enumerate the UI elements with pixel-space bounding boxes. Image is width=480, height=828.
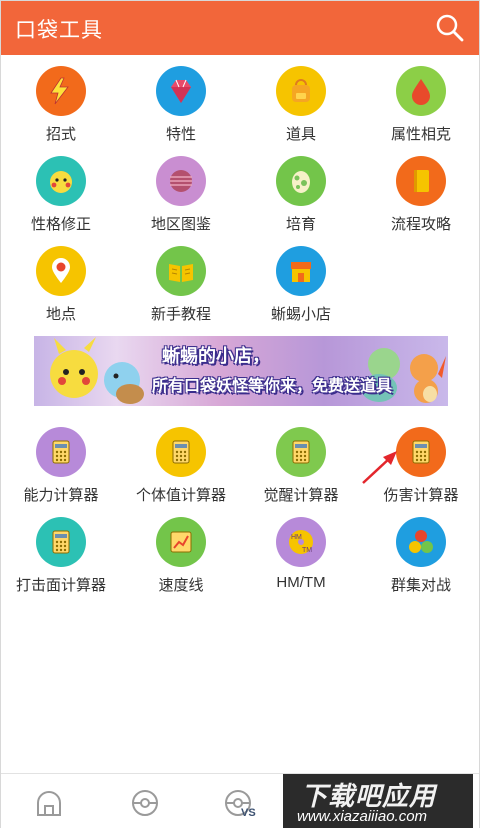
location-pin-icon (36, 246, 86, 296)
pointer-arrow-icon (362, 451, 397, 484)
tool-tile[interactable]: 属性相克 (361, 66, 480, 156)
search-icon[interactable] (435, 13, 465, 43)
tool-tile-label: 属性相克 (390, 126, 451, 143)
tool-tile[interactable]: 地点 (1, 246, 121, 336)
calculator-tile-label: HM/TM (276, 574, 326, 591)
calculator-icon (36, 517, 86, 567)
svg-text:HM: HM (291, 534, 302, 541)
lightning-icon (36, 66, 86, 116)
calculator-icon (396, 427, 446, 477)
open-book-icon (156, 246, 206, 296)
tool-tile-label: 道具 (285, 126, 316, 143)
shop-icon (276, 246, 326, 296)
tool-tile-label: 流程攻略 (390, 216, 451, 233)
drop-icon (396, 66, 446, 116)
tool-tile-label: 地点 (45, 306, 76, 323)
book-icon (396, 156, 446, 206)
watermark-url: www.xiazaiiiao.com (297, 808, 428, 825)
pokeball-icon[interactable] (130, 788, 160, 818)
calculator-tile[interactable]: HM TM HM/TM (241, 517, 361, 607)
calculator-tile-label: 个体值计算器 (135, 487, 226, 504)
calculator-icon (36, 427, 86, 477)
pikachu-icon (36, 156, 86, 206)
tool-tile[interactable]: 培育 (241, 156, 361, 246)
tool-tile-label: 特性 (165, 126, 196, 143)
shop-promo-banner[interactable]: 蜥蜴的小店， 所有口袋妖怪等你来，免费送道具 (34, 336, 448, 406)
page-title: 口袋工具 (15, 19, 103, 42)
calculator-tile-label: 觉醒计算器 (263, 487, 339, 504)
tool-tile[interactable]: 流程攻略 (361, 156, 480, 246)
tool-tile-label: 新手教程 (150, 306, 211, 323)
chart-icon (156, 517, 206, 567)
home-icon[interactable] (34, 788, 64, 818)
calculator-tile[interactable]: 群集对战 (361, 517, 480, 607)
calculator-tile[interactable]: 打击面计算器 (1, 517, 121, 607)
tool-tile[interactable]: 招式 (1, 66, 121, 156)
svg-text:TM: TM (302, 547, 312, 554)
team-icon (396, 517, 446, 567)
tool-tile[interactable]: 地区图鉴 (121, 156, 241, 246)
gem-icon (156, 66, 206, 116)
tool-tile-label: 蜥蜴小店 (270, 306, 331, 323)
calculator-tile-label: 能力计算器 (23, 487, 99, 504)
calculator-tile[interactable]: 速度线 (121, 517, 241, 607)
tool-tile[interactable]: 特性 (121, 66, 241, 156)
calculator-tile[interactable]: 能力计算器 (1, 427, 121, 517)
tool-tile[interactable]: 蜥蜴小店 (241, 246, 361, 336)
tool-tile-label: 性格修正 (30, 216, 91, 233)
tool-tile[interactable]: 道具 (241, 66, 361, 156)
banner-line1: 蜥蜴的小店， (162, 346, 270, 366)
tool-tile[interactable]: 新手教程 (121, 246, 241, 336)
calculator-tile[interactable]: 个体值计算器 (121, 427, 241, 517)
bag-icon (276, 66, 326, 116)
calculator-tile-label: 伤害计算器 (383, 487, 459, 504)
calculator-tile-label: 打击面计算器 (15, 577, 106, 594)
tool-tile-label: 培育 (285, 216, 316, 233)
calculator-icon (276, 427, 326, 477)
tool-tile[interactable]: 性格修正 (1, 156, 121, 246)
tool-tile-label: 地区图鉴 (150, 216, 211, 233)
ball-icon (156, 156, 206, 206)
banner-line2: 所有口袋妖怪等你来，免费送道具 (152, 378, 393, 395)
watermark-logo: 下载吧应用 www.xiazaiiiao.com (283, 774, 473, 828)
hm-tm-disc-icon: HM TM (276, 517, 326, 567)
calculator-tile-label: 速度线 (158, 577, 204, 594)
tool-tile-label: 招式 (45, 126, 76, 143)
calculator-icon (156, 427, 206, 477)
calculator-tile-label: 群集对战 (390, 577, 451, 594)
svg-text:VS: VS (241, 807, 256, 818)
versus-icon[interactable]: VS (225, 788, 259, 818)
egg-icon (276, 156, 326, 206)
calculator-tile[interactable]: 觉醒计算器 (241, 427, 361, 517)
app-header: 口袋工具 (1, 1, 479, 55)
bottom-nav: VS 下载吧应用 www.xiazaiiiao.com (1, 773, 479, 828)
